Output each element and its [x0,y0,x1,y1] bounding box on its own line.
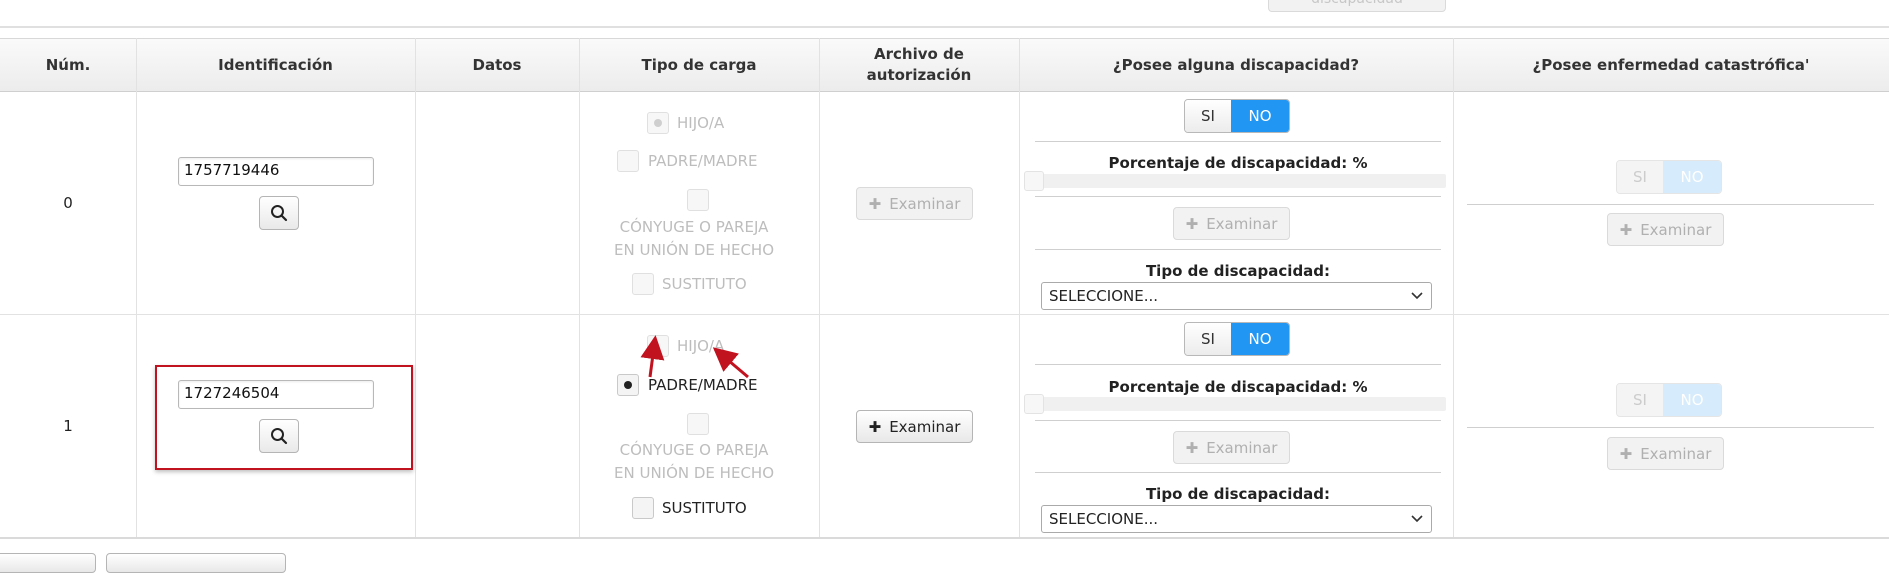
row1-search-button[interactable] [259,419,299,453]
row0-padre-checkbox[interactable] [617,150,639,172]
row1-sustituto-checkbox[interactable] [632,497,654,519]
row0-enfermedad-examinar[interactable]: ✚ Examinar [1607,213,1724,246]
col-datos-header: Datos [472,55,522,74]
row1-enfermedad-no[interactable]: NO [1663,384,1721,416]
plus-icon: ✚ [1185,438,1199,457]
row0-discapacidad-no[interactable]: NO [1231,100,1289,132]
row1-examinar-button[interactable]: ✚ Examinar [856,410,973,443]
row1-padre-checkbox[interactable] [617,374,639,396]
col-tipo-carga-header: Tipo de carga [641,55,757,74]
col-enfermedad-header: ¿Posee enfermedad catastrófica' [1532,55,1810,74]
row0-enfermedad-no[interactable]: NO [1663,161,1721,193]
col-discapacidad-header: ¿Posee alguna discapacidad? [1112,55,1360,74]
row0-sustituto-label: SUSTITUTO [662,275,747,293]
row0-examinar-button[interactable]: ✚ Examinar [856,187,973,220]
search-icon [271,428,288,445]
row0-conyuge-label: CÓNYUGE O PAREJA EN UNIÓN DE HECHO [614,218,774,259]
bottom-partial-button-1[interactable] [0,553,96,573]
row0-porcentaje-slider[interactable] [1024,171,1446,191]
row0-sustituto-checkbox[interactable] [632,273,654,295]
row1-conyuge-checkbox[interactable] [687,413,709,435]
row0-hijo-label: HIJO/A [677,114,725,132]
row0-identificacion-input[interactable]: 1757719446 [178,157,374,186]
plus-icon: ✚ [1619,220,1633,239]
col-num-header: Núm. [45,55,91,74]
row1-conyuge-label: CÓNYUGE O PAREJA EN UNIÓN DE HECHO [614,441,774,482]
row1-porcentaje-slider[interactable] [1024,394,1446,414]
row1-enfermedad-toggle[interactable]: SI NO [1616,383,1722,417]
col-identificacion-header: Identificación [218,55,333,74]
row0-search-button[interactable] [259,196,299,230]
row0-padre-label: PADRE/MADRE [648,152,758,170]
row1-discapacidad-toggle[interactable]: SI NO [1184,322,1290,356]
plus-icon: ✚ [1619,444,1633,463]
chevron-down-icon [1411,292,1423,300]
row1-sustituto-label: SUSTITUTO [662,499,747,517]
row1-porcentaje-label: Porcentaje de discapacidad: % [1108,378,1368,396]
bottom-partial-button-2[interactable] [106,553,286,573]
row1-enfermedad-examinar[interactable]: ✚ Examinar [1607,437,1724,470]
row0-discapacidad-si[interactable]: SI [1185,100,1231,132]
top-divider [0,26,1889,28]
row0-tipo-discapacidad-select[interactable]: SELECCIONE... [1041,282,1432,310]
top-partial-button[interactable]: discapacidad [1268,0,1446,12]
plus-icon: ✚ [1185,214,1199,233]
plus-icon: ✚ [868,417,882,436]
search-icon [271,205,288,222]
row0-discapacidad-examinar[interactable]: ✚ Examinar [1173,207,1290,240]
plus-icon: ✚ [868,194,882,213]
col-archivo-header: Archivo de autorización [866,45,972,84]
row0-hijo-checkbox[interactable] [647,112,669,134]
row0-conyuge-checkbox[interactable] [687,189,709,211]
row1-discapacidad-examinar[interactable]: ✚ Examinar [1173,431,1290,464]
annotation-arrows [640,335,749,379]
row0-discapacidad-toggle[interactable]: SI NO [1184,99,1290,133]
chevron-down-icon [1411,515,1423,523]
row1-enfermedad-si[interactable]: SI [1617,384,1663,416]
row1-identificacion-input[interactable]: 1727246504 [178,380,374,409]
row0-porcentaje-label: Porcentaje de discapacidad: % [1108,154,1368,172]
row1-num: 1 [63,417,73,435]
row0-num: 0 [63,194,73,212]
row0-tipo-discapacidad-label: Tipo de discapacidad: [1145,262,1331,280]
row0-enfermedad-si[interactable]: SI [1617,161,1663,193]
row1-tipo-discapacidad-select[interactable]: SELECCIONE... [1041,505,1432,533]
row0-enfermedad-toggle[interactable]: SI NO [1616,160,1722,194]
row1-discapacidad-si[interactable]: SI [1185,323,1231,355]
row1-tipo-discapacidad-label: Tipo de discapacidad: [1145,485,1331,503]
row1-discapacidad-no[interactable]: NO [1231,323,1289,355]
